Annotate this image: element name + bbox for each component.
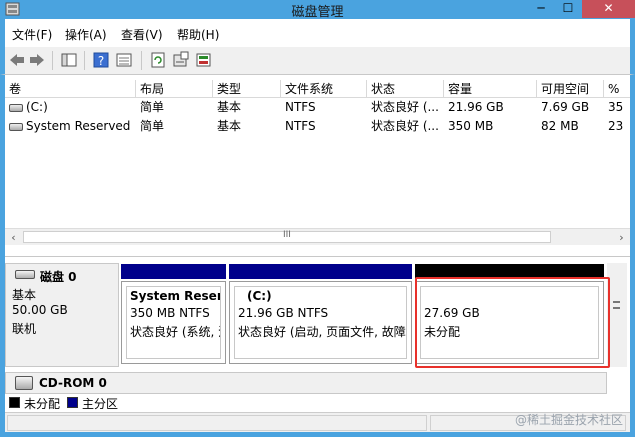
partition-bar-c [229,264,412,279]
column-header-type[interactable]: 类型 [213,80,281,98]
cdrom-name: CD-ROM 0 [39,376,107,390]
menu-view[interactable]: 查看(V) [121,26,163,43]
partition-status: 状态良好 (系统, 活 [130,325,221,339]
menu-bar: 文件(F) 操作(A) 查看(V) 帮助(H) [0,19,635,47]
partition-inner: System Reserve 350 MB NTFS 状态良好 (系统, 活 [126,286,221,359]
drive-icon [9,103,23,112]
partition-size: 21.96 GB NTFS [238,306,329,320]
volume-list-header: 卷 布局 类型 文件系统 状态 容量 可用空间 % [5,80,630,98]
partition-name: (C:) [247,289,272,303]
type-cell: 基本 [217,119,242,133]
vertical-scrollbar[interactable] [607,263,627,367]
svg-text:?: ? [98,54,104,68]
partition-status: 状态良好 (启动, 页面文件, 故障转 [238,325,407,339]
partition-inner: (C:) 21.96 GB NTFS 状态良好 (启动, 页面文件, 故障转 [234,286,407,359]
scrollbar-grip-icon [613,301,620,309]
disk-kind: 基本 [12,288,37,302]
properties-list-icon[interactable] [115,51,133,69]
type-cell: 基本 [217,100,242,114]
filesystem-cell: NTFS [285,100,316,114]
back-icon[interactable] [8,51,26,69]
layout-cell: 简单 [140,119,165,133]
drive-icon [9,122,23,131]
menu-action[interactable]: 操作(A) [65,26,107,43]
filesystem-cell: NTFS [285,119,316,133]
layout-cell: 简单 [140,100,165,114]
toolbar-separator [52,51,53,70]
scrollbar-grip: III [283,230,291,240]
status-bar-cell [7,415,427,431]
forward-icon[interactable] [28,51,46,69]
menu-help[interactable]: 帮助(H) [177,26,219,43]
disk-size: 50.00 GB [12,303,68,317]
toolbar: ? [0,47,635,75]
legend-label-primary: 主分区 [82,397,119,411]
console-tree-icon[interactable] [60,51,78,69]
status-cell: 状态良好 (... [371,100,439,114]
refresh-icon[interactable] [149,51,167,69]
partition-name: System Reserve [130,289,220,303]
toolbar-separator [84,51,85,70]
minimize-button[interactable]: ─ [528,0,554,18]
percent-free-cell: 35 [608,100,624,114]
percent-free-cell: 23 [608,119,624,133]
menu-file[interactable]: 文件(F) [12,26,52,43]
status-cell: 状态良好 (... [371,119,439,133]
window-frame-right [630,75,635,437]
legend: 未分配 主分区 [5,394,630,412]
partition-bar-system-reserved [121,264,226,279]
legend-label-unallocated: 未分配 [24,397,61,411]
column-header-status[interactable]: 状态 [367,80,444,98]
legend-swatch-unallocated [9,397,20,408]
partition-system-reserved[interactable]: System Reserve 350 MB NTFS 状态良好 (系统, 活 [121,281,226,364]
maximize-button[interactable]: ☐ [555,0,581,18]
disk-icon [15,270,35,279]
properties-icon[interactable] [172,51,190,69]
free-space-cell: 82 MB [541,119,579,133]
close-button[interactable]: ✕ [582,0,635,18]
disk-state: 联机 [12,322,37,336]
column-header-percent-free[interactable]: % [604,80,630,98]
disk-0-label[interactable]: 磁盘 0 基本 50.00 GB 联机 [5,263,119,367]
column-header-volume[interactable]: 卷 [5,80,136,98]
scroll-right-icon[interactable]: › [613,229,630,246]
column-header-free-space[interactable]: 可用空间 [537,80,604,98]
capacity-cell: 21.96 GB [448,100,504,114]
legend-swatch-primary [67,397,78,408]
column-header-capacity[interactable]: 容量 [444,80,537,98]
disk-settings-icon[interactable] [195,51,213,69]
red-highlight-box [415,277,610,368]
capacity-cell: 350 MB [448,119,494,133]
watermark: @稀土掘金技术社区 [514,413,623,427]
partition-size: 350 MB NTFS [130,306,210,320]
scroll-left-icon[interactable]: ‹ [5,229,22,246]
window-frame-bottom [0,432,635,437]
table-row[interactable]: (C:) 简单 基本 NTFS 状态良好 (... 21.96 GB 7.69 … [5,98,630,116]
volume-name-cell: (C:) [5,98,136,116]
toolbar-separator [141,51,142,70]
column-header-filesystem[interactable]: 文件系统 [281,80,367,98]
table-row[interactable]: System Reserved 简单 基本 NTFS 状态良好 (... 350… [5,117,630,135]
help-icon[interactable]: ? [92,51,110,69]
cdrom-icon [15,376,33,390]
disk-name: 磁盘 0 [40,270,77,284]
pane-splitter[interactable] [5,245,630,257]
cdrom-0-label[interactable]: CD-ROM 0 [5,372,607,394]
horizontal-scrollbar[interactable]: ‹ III › [5,228,630,245]
volume-name-cell: System Reserved [5,117,136,135]
volume-name: System Reserved [26,119,131,133]
column-header-layout[interactable]: 布局 [136,80,213,98]
partition-c[interactable]: (C:) 21.96 GB NTFS 状态良好 (启动, 页面文件, 故障转 [229,281,412,364]
free-space-cell: 7.69 GB [541,100,590,114]
title-bar: 磁盘管理 ─ ☐ ✕ [0,0,635,20]
volume-name: (C:) [26,100,48,114]
